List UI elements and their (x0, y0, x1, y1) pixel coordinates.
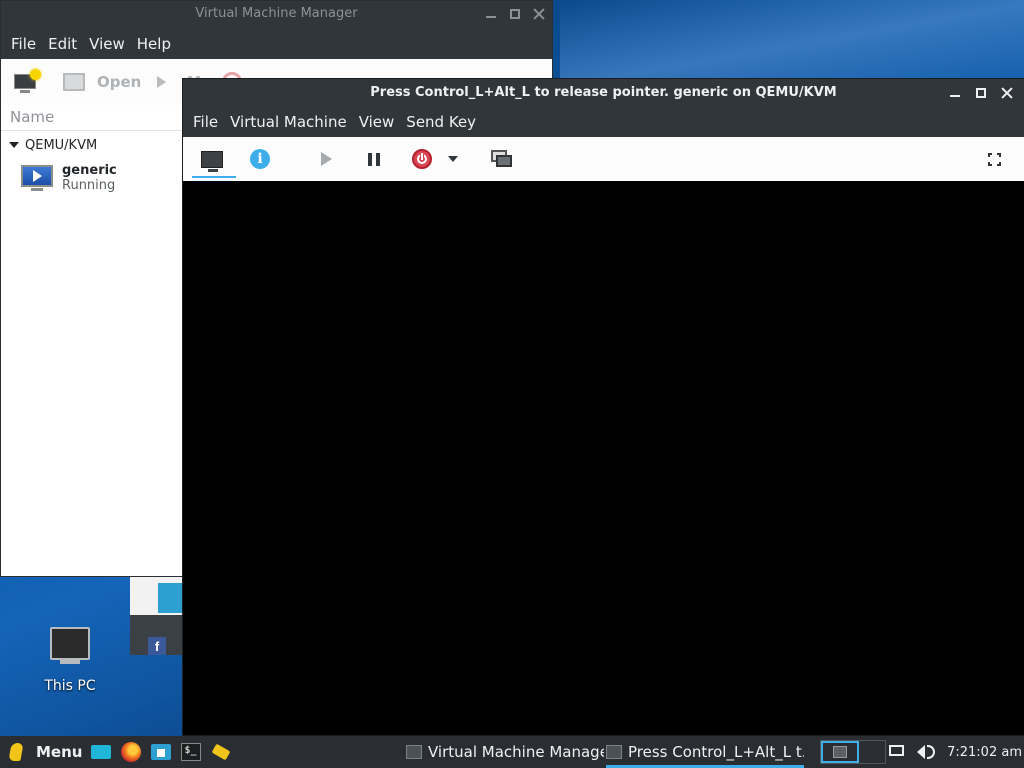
maximize-icon[interactable] (974, 86, 988, 100)
menu-view[interactable]: View (83, 35, 131, 53)
menu-edit[interactable]: Edit (42, 35, 83, 53)
connection-label: QEMU/KVM (25, 137, 98, 153)
open-button-label: Open (97, 73, 142, 91)
home-folder-icon[interactable] (150, 741, 172, 763)
close-icon[interactable] (1000, 86, 1014, 100)
run-button[interactable] (141, 67, 167, 97)
vmm-app-icon (606, 745, 622, 759)
open-button[interactable]: Open (39, 67, 141, 97)
pause-button[interactable] (350, 137, 398, 181)
monitor-icon (201, 150, 223, 172)
vmm-app-icon (406, 745, 422, 759)
play-icon (157, 76, 167, 88)
menu-view[interactable]: View (353, 113, 401, 131)
task-console-label: Press Control_L+Alt_L t... (628, 743, 804, 761)
pause-icon (368, 152, 380, 166)
vmm-titlebar[interactable]: Virtual Machine Manager (1, 1, 552, 28)
start-menu-label: Menu (36, 743, 83, 761)
vm-console-window: Press Control_L+Alt_L to release pointer… (182, 78, 1024, 736)
system-tray: 7:21:02 am (889, 736, 1024, 768)
vmm-window-title: Virtual Machine Manager (195, 6, 358, 21)
task-vmm[interactable]: Virtual Machine Manager (406, 736, 604, 768)
computer-icon (50, 627, 90, 660)
workspace-pager[interactable] (820, 740, 886, 764)
close-icon[interactable] (532, 7, 546, 21)
console-titlebar[interactable]: Press Control_L+Alt_L to release pointer… (183, 79, 1024, 107)
menu-file[interactable]: File (187, 113, 224, 131)
expander-down-icon[interactable] (9, 142, 19, 148)
terminal-icon[interactable]: $_ (180, 741, 202, 763)
firefox-icon[interactable] (120, 741, 142, 763)
wallpaper-light-beam (560, 0, 1024, 90)
play-icon (320, 152, 332, 166)
info-icon: i (250, 149, 270, 169)
vm-state: Running (62, 178, 116, 193)
background-window-fragment: f (130, 575, 190, 655)
show-desktop-icon[interactable] (90, 741, 112, 763)
desktop-icon-label: This PC (44, 678, 96, 694)
task-vmm-label: Virtual Machine Manager (428, 743, 604, 761)
menu-send-key[interactable]: Send Key (400, 113, 482, 131)
menu-help[interactable]: Help (131, 35, 177, 53)
taskbar: Menu $_ Virtual Machine Manager Press Co… (0, 736, 1024, 768)
workspace-1[interactable] (821, 741, 859, 763)
desktop-icon-this-pc[interactable]: This PC (30, 625, 110, 694)
fullscreen-button[interactable] (970, 137, 1018, 181)
console-toolbar: i (183, 137, 1024, 181)
power-icon (412, 149, 432, 169)
display-icon[interactable] (889, 743, 907, 761)
shutdown-menu-button[interactable] (438, 137, 468, 181)
facebook-icon: f (148, 637, 166, 655)
task-console[interactable]: Press Control_L+Alt_L t... (606, 736, 804, 768)
show-console-button[interactable] (188, 137, 236, 181)
new-vm-icon[interactable] (13, 69, 41, 93)
chevron-down-icon (448, 156, 458, 162)
vmm-menubar: File Edit View Help (1, 28, 552, 59)
clock[interactable]: 7:21:02 am (947, 745, 1022, 760)
fullscreen-icon (987, 152, 1001, 166)
console-menubar: File Virtual Machine View Send Key (183, 107, 1024, 137)
minimize-icon[interactable] (484, 7, 498, 21)
text-editor-icon[interactable] (210, 741, 232, 763)
minimize-icon[interactable] (948, 86, 962, 100)
vm-running-icon (21, 165, 53, 191)
snapshots-button[interactable] (478, 137, 526, 181)
start-menu-button[interactable]: Menu (0, 736, 82, 768)
open-console-icon (63, 73, 85, 91)
volume-icon[interactable] (917, 743, 936, 761)
maximize-icon[interactable] (508, 7, 522, 21)
menu-file[interactable]: File (5, 35, 42, 53)
vm-display[interactable] (183, 181, 1024, 735)
menu-virtual-machine[interactable]: Virtual Machine (224, 113, 353, 131)
vm-name: generic (62, 163, 117, 178)
distro-logo-icon (8, 743, 24, 761)
run-button[interactable] (302, 137, 350, 181)
console-window-title: Press Control_L+Alt_L to release pointer… (370, 85, 837, 100)
snapshots-icon (491, 150, 513, 168)
show-details-button[interactable]: i (236, 137, 284, 181)
